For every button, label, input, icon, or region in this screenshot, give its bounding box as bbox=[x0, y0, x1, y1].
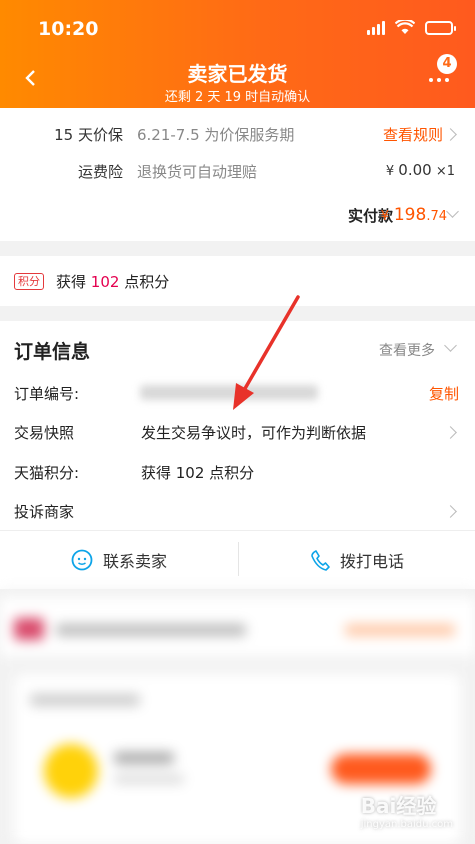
annotation-arrow bbox=[233, 295, 300, 410]
